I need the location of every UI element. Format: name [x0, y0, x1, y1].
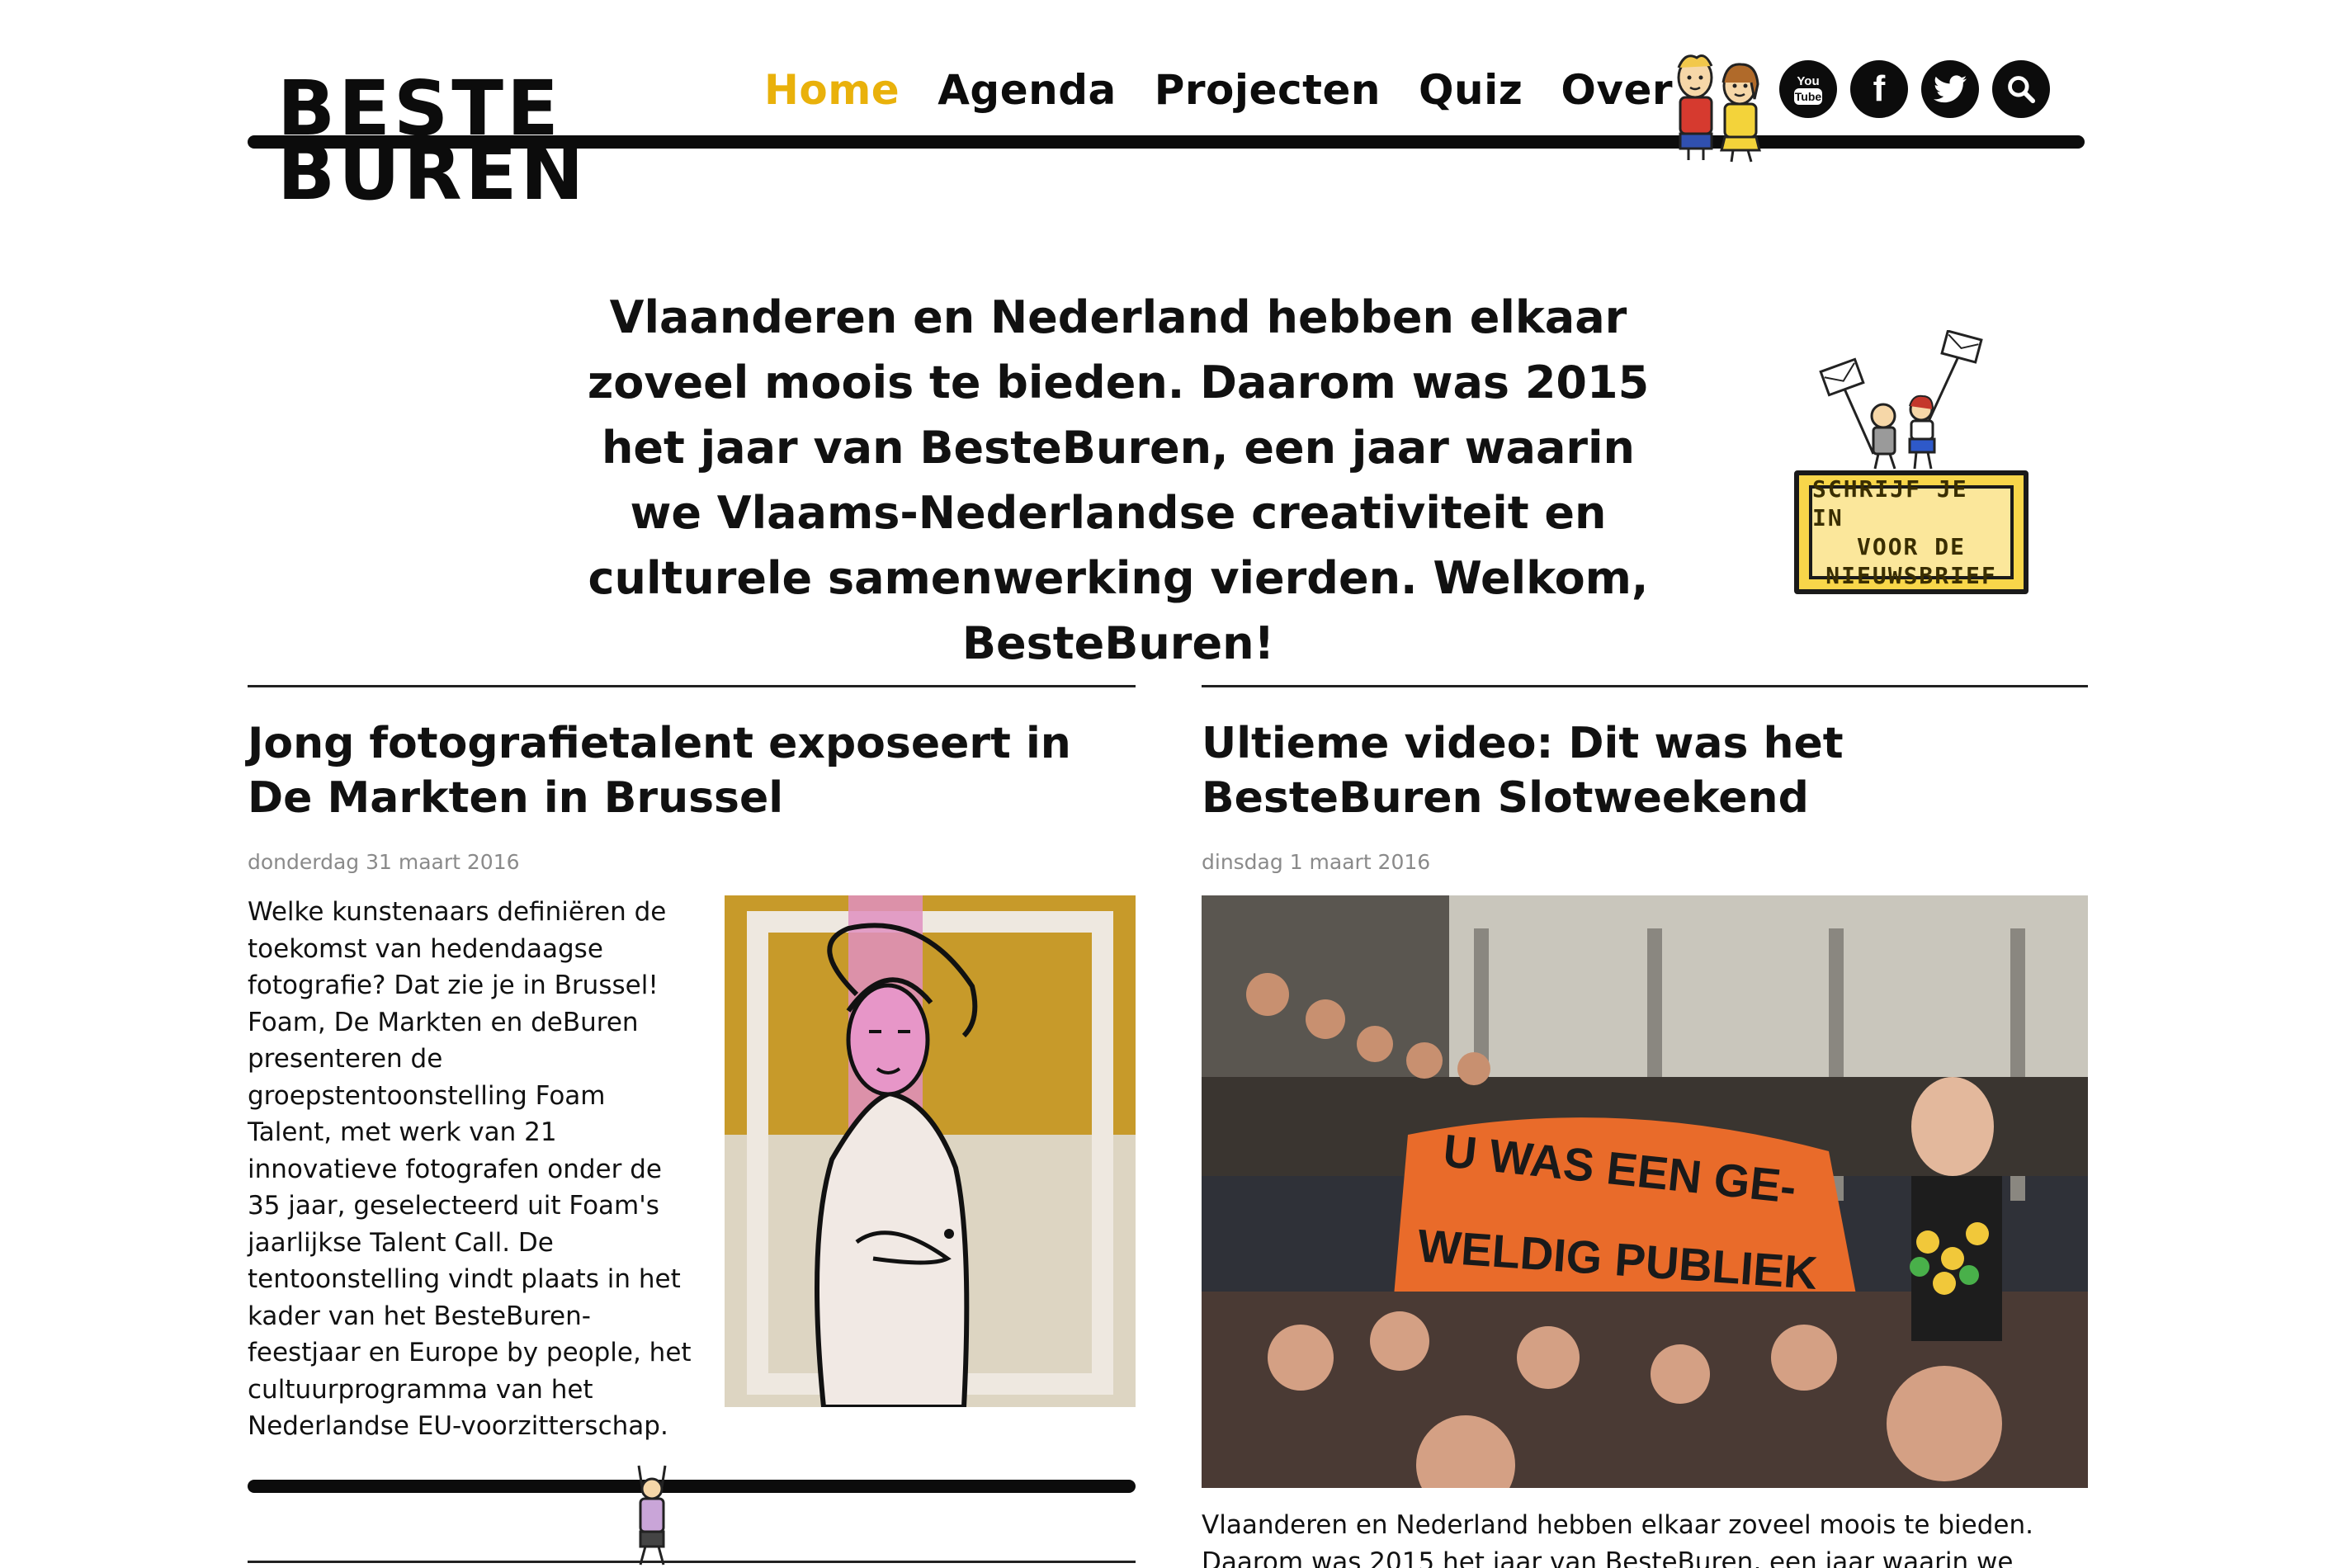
svg-text:You: You [1797, 74, 1819, 88]
newsletter-sign[interactable]: SCHRIJF JE IN VOOR DE NIEUWSBRIEF [1794, 470, 2028, 594]
nav-item-agenda[interactable]: Agenda [937, 66, 1117, 114]
article-2-date: dinsdag 1 maart 2016 [1202, 850, 1431, 874]
article-1-body: Welke kunstenaars definiëren de toekomst… [248, 897, 692, 1441]
site-header: BESTE BUREN Home Agenda Projecten Quiz O… [0, 0, 2352, 215]
article-2-title[interactable]: Ultieme video: Dit was het BesteBuren Sl… [1202, 716, 2101, 825]
main-nav: Home Agenda Projecten Quiz Over [764, 66, 1673, 114]
nav-item-home[interactable]: Home [764, 66, 900, 114]
nav-item-over[interactable]: Over [1561, 66, 1673, 114]
svg-text:Tube: Tube [1795, 90, 1822, 103]
newsletter-kids-illustration [1819, 330, 1983, 470]
article-1-rule [248, 685, 1136, 687]
article-1-date: donderdag 31 maart 2016 [248, 850, 520, 874]
intro-text: Vlaanderen en Nederland hebben elkaar zo… [587, 291, 1650, 669]
section-divider-bar [248, 1480, 1136, 1493]
youtube-icon[interactable]: You Tube [1779, 60, 1837, 118]
article-2-body: Vlaanderen en Nederland hebben elkaar zo… [1202, 1510, 2033, 1568]
nav-item-projecten[interactable]: Projecten [1155, 66, 1381, 114]
article-2-photo[interactable]: U WAS EEN GE- WELDIG PUBLIEK [1202, 895, 2088, 1488]
hanging-kid-illustration [637, 1465, 667, 1566]
facebook-glyph: f [1873, 68, 1886, 109]
search-icon[interactable] [1992, 60, 2050, 118]
facebook-icon[interactable]: f [1850, 60, 1908, 118]
mascots-illustration [1677, 54, 1761, 163]
newsletter-line-2: VOOR DE [1856, 533, 1966, 560]
article-1-photo[interactable] [725, 895, 1136, 1407]
twitter-icon[interactable] [1921, 60, 1979, 118]
newsletter-line-3: NIEUWSBRIEF [1825, 562, 1997, 589]
section-divider-line [248, 1561, 1136, 1563]
social-links: You Tube f [1779, 60, 2050, 118]
header-rule [248, 135, 2085, 149]
newsletter-sign-inner: SCHRIJF JE IN VOOR DE NIEUWSBRIEF [1809, 475, 2014, 589]
newsletter-line-1: SCHRIJF JE IN [1812, 475, 1968, 531]
newsletter-signup[interactable]: SCHRIJF JE IN VOOR DE NIEUWSBRIEF [1783, 330, 2030, 602]
article-1-title[interactable]: Jong fotografietalent exposeert in De Ma… [248, 716, 1147, 825]
article-2-rule [1202, 685, 2088, 687]
nav-item-quiz[interactable]: Quiz [1419, 66, 1523, 114]
